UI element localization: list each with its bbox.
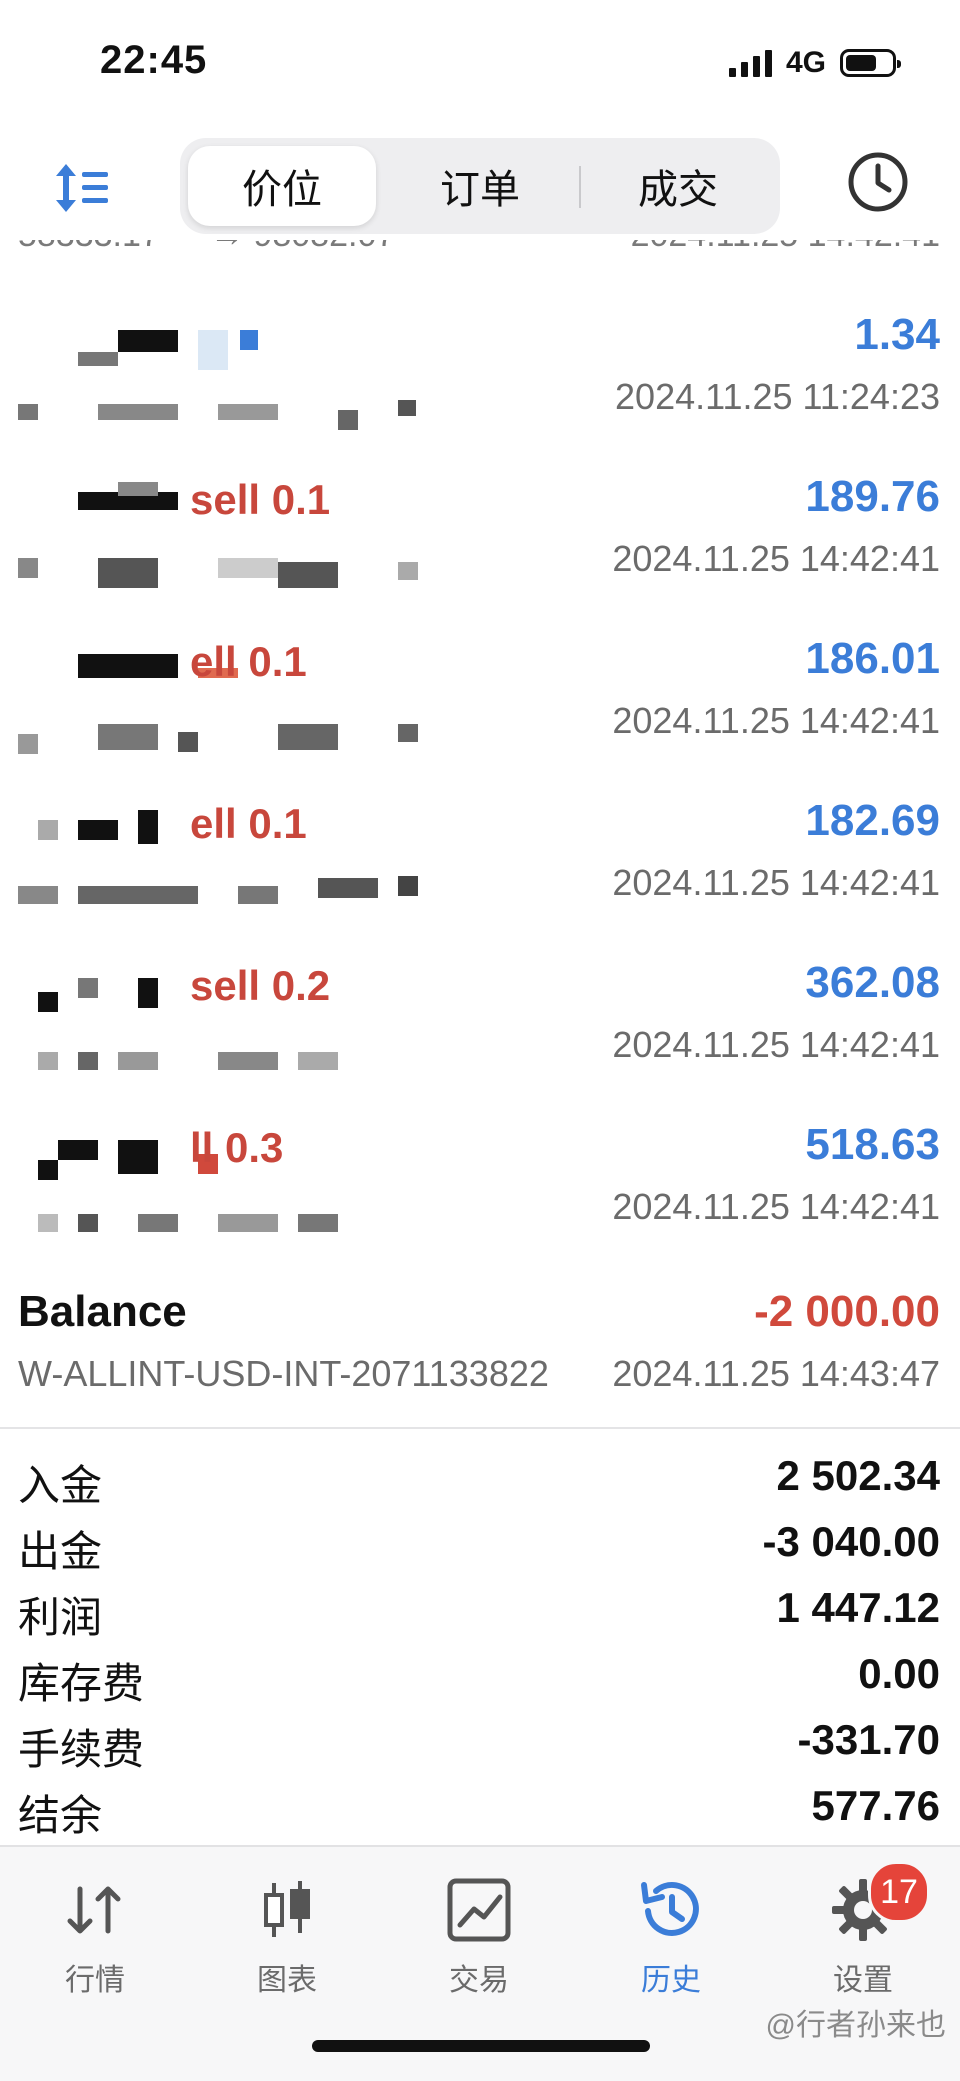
tab-quotes[interactable]: 行情 [30, 1875, 160, 2005]
balance-datetime: 2024.11.25 14:43:47 [612, 1353, 940, 1394]
balance-label: Balance [18, 1287, 187, 1336]
history-toolbar: 价位 订单 成交 [0, 130, 960, 240]
deal-datetime: 2024.11.25 14:42:41 [612, 1024, 940, 1065]
quotes-icon [60, 1875, 130, 1945]
deal-profit: 182.69 [805, 796, 940, 845]
tab-label: 图表 [257, 1964, 317, 1997]
summary-value: 577.76 [811, 1782, 940, 1829]
summary-label: 库存费 [18, 1660, 145, 1707]
watermark: @行者孙来也 [765, 2009, 946, 2042]
deal-datetime: 2024.11.25 14:42:41 [612, 1186, 940, 1227]
cut-price: 58333.17 [18, 240, 160, 255]
summary-profit: 利润 1 447.12 [0, 1578, 960, 1644]
summary-label: 出金 [18, 1528, 103, 1575]
chart-icon [252, 1875, 322, 1945]
status-time: 22:45 [100, 38, 208, 82]
deals-list[interactable]: 58333.17 → 98082.07 2024.11.25 14:42:41 … [0, 240, 960, 1430]
summary-value: -331.70 [797, 1716, 940, 1763]
history-icon [636, 1875, 706, 1945]
notification-badge: 17 [868, 1861, 930, 1923]
clock-icon[interactable] [846, 150, 910, 214]
balance-comment: W-ALLINT-USD-INT-2071133822 [18, 1353, 549, 1394]
summary-withdrawal: 出金 -3 040.00 [0, 1512, 960, 1578]
tab-chart[interactable]: 图表 [222, 1875, 352, 2005]
deal-symbol: ell 0.1 [190, 638, 307, 685]
tab-trade[interactable]: 交易 [414, 1875, 544, 2005]
deal-row[interactable]: ell 0.1 186.01 2024.11.25 14:42:41 [0, 614, 960, 776]
tab-label: 历史 [641, 1964, 701, 1997]
deal-profit: 518.63 [805, 1120, 940, 1169]
segmented-control: 价位 订单 成交 [180, 138, 780, 234]
battery-icon [840, 49, 901, 77]
network-type: 4G [785, 46, 826, 79]
summary-label: 利润 [18, 1594, 103, 1641]
summary-divider [0, 1427, 960, 1429]
signal-icon [728, 49, 772, 77]
tab-label: 交易 [449, 1964, 509, 1997]
deal-profit: 189.76 [805, 472, 940, 521]
deal-row[interactable]: ll 0.3 518.63 2024.11.25 14:42:41 [0, 1100, 960, 1262]
deal-datetime: 2024.11.25 14:42:41 [612, 538, 940, 579]
segment-divider [579, 166, 581, 208]
status-bar: 22:45 4G [0, 0, 960, 120]
trade-icon [444, 1875, 514, 1945]
deal-row[interactable]: ell 0.1 182.69 2024.11.25 14:42:41 [0, 776, 960, 938]
deal-symbol: sell 0.1 [190, 476, 331, 523]
cut-price-close: → 98082.07 [210, 240, 395, 255]
deal-row[interactable]: sell 0.2 362.08 2024.11.25 14:42:41 [0, 938, 960, 1100]
summary-commission: 手续费 -331.70 [0, 1710, 960, 1776]
cut-datetime: 2024.11.25 14:42:41 [631, 240, 940, 255]
summary-label: 手续费 [18, 1726, 145, 1773]
summary-label: 入金 [18, 1462, 103, 1509]
summary-deposit: 入金 2 502.34 [0, 1446, 960, 1512]
deal-row[interactable]: sell 0.1 189.76 2024.11.25 14:42:41 [0, 452, 960, 614]
deal-profit: 1.34 [854, 310, 940, 359]
tab-label: 行情 [65, 1964, 125, 1997]
deal-symbol: sell 0.2 [190, 962, 331, 1009]
partially-hidden-row: 58333.17 → 98082.07 2024.11.25 14:42:41 [0, 240, 960, 256]
summary-value: 2 502.34 [776, 1452, 941, 1499]
deal-datetime: 2024.11.25 11:24:23 [615, 376, 940, 417]
tab-settings[interactable]: 设置 17 [798, 1861, 930, 2005]
deal-symbol: ll 0.3 [190, 1124, 284, 1171]
status-indicators: 4G [728, 46, 901, 80]
deal-row[interactable]: 1.34 2024.11.25 11:24:23 [0, 290, 960, 452]
deal-datetime: 2024.11.25 14:42:41 [612, 862, 940, 903]
tab-orders[interactable]: 订单 [386, 146, 574, 226]
history-summary: 入金 2 502.34 出金 -3 040.00 利润 1 447.12 库存费… [0, 1446, 960, 1842]
home-indicator[interactable] [312, 2040, 650, 2052]
deal-symbol: ell 0.1 [190, 800, 307, 847]
deal-profit: 186.01 [805, 634, 940, 683]
summary-label: 结余 [18, 1792, 103, 1839]
deal-datetime: 2024.11.25 14:42:41 [612, 700, 940, 741]
tab-deals[interactable]: 成交 [584, 146, 772, 226]
sort-icon[interactable] [52, 160, 112, 216]
summary-value: 0.00 [858, 1650, 940, 1697]
tab-label: 设置 [833, 1964, 893, 1997]
pixelated-area [18, 300, 418, 440]
summary-swap: 库存费 0.00 [0, 1644, 960, 1710]
tab-positions[interactable]: 价位 [188, 146, 376, 226]
balance-amount: -2 000.00 [754, 1287, 940, 1336]
summary-balance: 结余 577.76 [0, 1776, 960, 1842]
summary-value: -3 040.00 [762, 1518, 940, 1565]
summary-value: 1 447.12 [776, 1584, 941, 1631]
tab-history[interactable]: 历史 [606, 1875, 736, 2005]
balance-row[interactable]: Balance -2 000.00 W-ALLINT-USD-INT-20711… [0, 1275, 960, 1430]
deal-profit: 362.08 [805, 958, 940, 1007]
